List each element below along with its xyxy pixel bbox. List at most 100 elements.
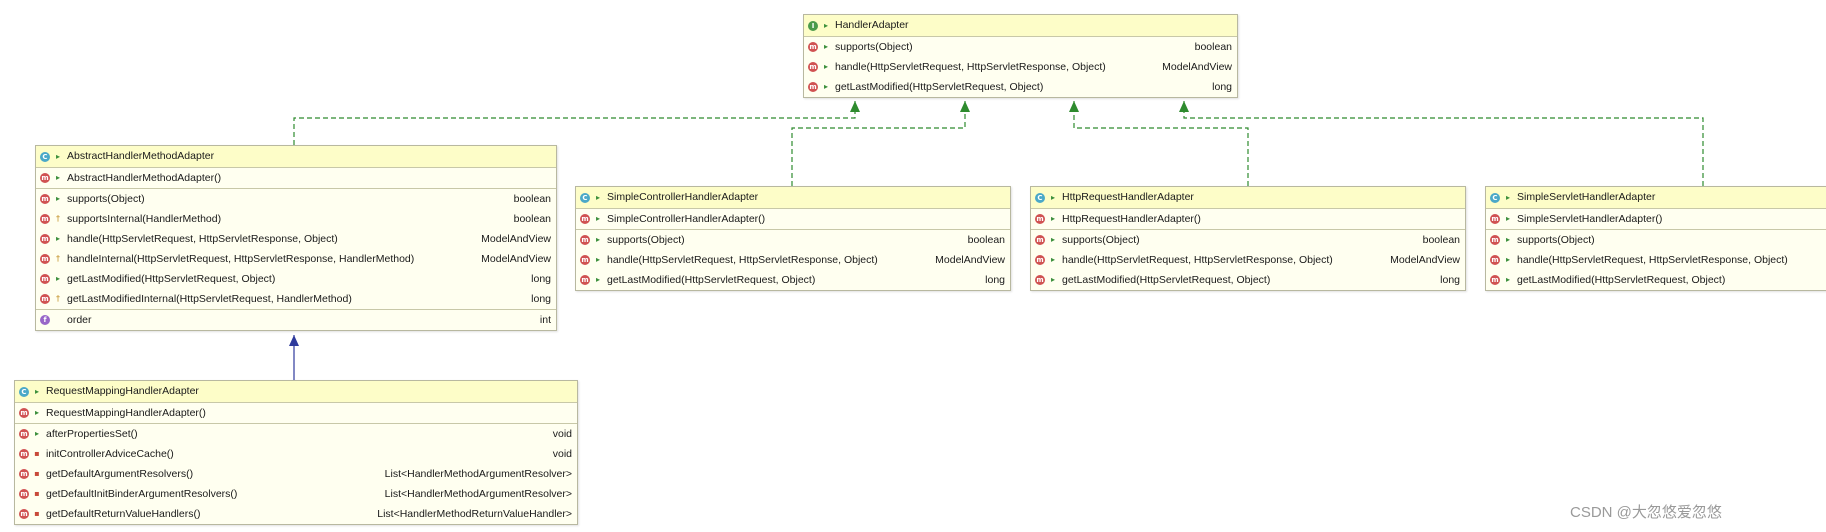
member-signature: order bbox=[67, 314, 92, 326]
member-signature: HttpRequestHandlerAdapter() bbox=[1062, 213, 1201, 225]
public-visibility-icon: ▸ bbox=[55, 194, 60, 203]
member-signature: getDefaultInitBinderArgumentResolvers() bbox=[46, 488, 238, 500]
public-visibility-icon: ▸ bbox=[823, 62, 828, 71]
method-row[interactable]: m ▸ handle(HttpServletRequest, HttpServlet… bbox=[576, 250, 1010, 270]
return-type: long bbox=[1440, 274, 1460, 286]
method-row[interactable]: m ▪ initControllerAdviceCache() void bbox=[15, 444, 577, 464]
return-type: long bbox=[985, 274, 1005, 286]
class-name: AbstractHandlerMethodAdapter bbox=[67, 150, 215, 162]
method-icon: m bbox=[40, 173, 50, 183]
realization-arrowhead bbox=[1069, 101, 1079, 112]
realization-arrowhead bbox=[1179, 101, 1189, 112]
field-row[interactable]: f·orderint bbox=[36, 310, 556, 330]
class-name: RequestMappingHandlerAdapter bbox=[46, 385, 199, 397]
return-type: ModelAndView bbox=[481, 233, 551, 245]
abstract-handler-method-adapter-class-box[interactable]: C ▸ AbstractHandlerMethodAdapter m ▸ Abstract… bbox=[35, 145, 557, 331]
method-row[interactable]: m ▸ SimpleServletHandlerAdapter() bbox=[1486, 209, 1826, 229]
method-row[interactable]: m ▸ HttpRequestHandlerAdapter() bbox=[1031, 209, 1465, 229]
method-row[interactable]: m ▸ SimpleControllerHandlerAdapter() bbox=[576, 209, 1010, 229]
handler-adapter-class-box[interactable]: I ▸ HandlerAdapter m ▸ supports(Object) boolea… bbox=[803, 14, 1238, 98]
protected-visibility-icon: † bbox=[56, 214, 60, 223]
public-visibility-icon: ▸ bbox=[1050, 192, 1055, 202]
return-type: ModelAndView bbox=[1390, 254, 1460, 266]
method-icon: m bbox=[19, 509, 29, 519]
method-row[interactable]: m ▸ RequestMappingHandlerAdapter() bbox=[15, 403, 577, 423]
method-row[interactable]: m ▪ getDefaultReturnValueHandlers() List<Ha… bbox=[15, 504, 577, 524]
realization-line bbox=[1183, 101, 1704, 186]
method-row[interactable]: m ▸ AbstractHandlerMethodAdapter() bbox=[36, 168, 556, 188]
simple-controller-handler-adapter-class-box[interactable]: C ▸ SimpleControllerHandlerAdapter m ▸ Simple… bbox=[575, 186, 1011, 291]
member-signature: supports(Object) bbox=[1517, 234, 1595, 246]
member-section: m ▸ supports(Object) boolean m ▸ handle(HttpSe… bbox=[804, 37, 1237, 97]
public-visibility-icon: ▸ bbox=[1505, 275, 1510, 284]
method-row[interactable]: m ▸ getLastModified(HttpServletRequest, Ob… bbox=[576, 270, 1010, 290]
uml-class-diagram: I ▸ HandlerAdapter m ▸ supports(Object) boolea… bbox=[0, 0, 1826, 532]
member-signature: supports(Object) bbox=[607, 234, 685, 246]
method-row[interactable]: m † handleInternal(HttpServletRequest, Htt… bbox=[36, 249, 556, 269]
method-icon: m bbox=[580, 275, 590, 285]
method-row[interactable]: m ▸ supports(Object) boolean bbox=[1031, 230, 1465, 250]
method-icon: m bbox=[1490, 214, 1500, 224]
method-row[interactable]: m ▪ getDefaultArgumentResolvers() List<Hand… bbox=[15, 464, 577, 484]
method-icon: m bbox=[19, 408, 29, 418]
member-signature: supports(Object) bbox=[835, 41, 913, 53]
method-row[interactable]: m ▸ supports(Object) bbox=[1486, 230, 1826, 250]
member-signature: getLastModified(HttpServletRequest, Obje… bbox=[67, 273, 276, 285]
method-row[interactable]: m ▸ handle(HttpServletRequest, HttpServlet… bbox=[36, 229, 556, 249]
method-row[interactable]: m ▸ getLastModified(HttpServletRequest, Ob… bbox=[1031, 270, 1465, 290]
method-icon: m bbox=[19, 449, 29, 459]
method-row[interactable]: m ▸ getLastModified(HttpServletRequest, Ob… bbox=[36, 269, 556, 289]
public-visibility-icon: ▸ bbox=[34, 429, 39, 438]
realization-arrowhead bbox=[960, 101, 970, 112]
method-icon: m bbox=[580, 235, 590, 245]
method-icon: m bbox=[40, 234, 50, 244]
member-signature: getDefaultArgumentResolvers() bbox=[46, 468, 194, 480]
method-icon: m bbox=[40, 274, 50, 284]
class-name: SimpleServletHandlerAdapter bbox=[1517, 191, 1656, 203]
public-visibility-icon: ▸ bbox=[1050, 255, 1055, 264]
method-row[interactable]: m † supportsInternal(HandlerMethod) boolean bbox=[36, 209, 556, 229]
public-visibility-icon: ▸ bbox=[823, 20, 828, 30]
field-icon: f bbox=[40, 315, 50, 325]
public-visibility-icon: ▸ bbox=[823, 82, 828, 91]
public-visibility-icon: ▸ bbox=[1050, 214, 1055, 223]
return-type: int bbox=[539, 314, 551, 326]
return-type: List<HandlerMethodArgumentResolver> bbox=[384, 488, 572, 500]
return-type: boolean bbox=[1422, 234, 1460, 246]
public-visibility-icon: ▸ bbox=[55, 173, 60, 182]
method-row[interactable]: m ▸ supports(Object) boolean bbox=[576, 230, 1010, 250]
request-mapping-handler-adapter-class-box[interactable]: C ▸ RequestMappingHandlerAdapter m ▸ RequestM… bbox=[14, 380, 578, 525]
http-request-handler-adapter-class-box[interactable]: C ▸ HttpRequestHandlerAdapter m ▸ HttpRequest… bbox=[1030, 186, 1466, 291]
class-icon: C bbox=[40, 151, 50, 162]
method-icon: m bbox=[1490, 275, 1500, 285]
method-row[interactable]: m ▪ getDefaultInitBinderArgumentResolvers(… bbox=[15, 484, 577, 504]
realization-line bbox=[293, 101, 856, 145]
method-row[interactable]: m ▸ handle(HttpServletRequest, HttpServlet… bbox=[1486, 250, 1826, 270]
method-row[interactable]: m ▸ handle(HttpServletRequest, HttpServlet… bbox=[1031, 250, 1465, 270]
simple-servlet-handler-adapter-class-box[interactable]: C ▸ SimpleServletHandlerAdapter m ▸ SimpleSer… bbox=[1485, 186, 1826, 291]
class-title: C ▸ HttpRequestHandlerAdapter bbox=[1031, 187, 1465, 209]
realization-line bbox=[791, 101, 966, 186]
realization-arrowhead bbox=[850, 101, 860, 112]
method-icon: m bbox=[40, 294, 50, 304]
method-row[interactable]: m ▸ supports(Object) boolean bbox=[36, 189, 556, 209]
return-type: void bbox=[552, 428, 572, 440]
member-section: m ▸ afterPropertiesSet() void m ▪ initControll… bbox=[15, 424, 577, 524]
method-icon: m bbox=[40, 214, 50, 224]
method-row[interactable]: m ▸ handle(HttpServletRequest, HttpServlet… bbox=[804, 57, 1237, 77]
class-name: HttpRequestHandlerAdapter bbox=[1062, 191, 1194, 203]
method-row[interactable]: m ▸ getLastModified(HttpServletRequest, Ob… bbox=[804, 77, 1237, 97]
member-signature: RequestMappingHandlerAdapter() bbox=[46, 407, 206, 419]
public-visibility-icon: ▸ bbox=[595, 275, 600, 284]
class-title: I ▸ HandlerAdapter bbox=[804, 15, 1237, 37]
public-visibility-icon: ▸ bbox=[595, 255, 600, 264]
return-type: boolean bbox=[967, 234, 1005, 246]
method-row[interactable]: m ▸ getLastModified(HttpServletRequest, Ob… bbox=[1486, 270, 1826, 290]
method-row[interactable]: m ▸ supports(Object) boolean bbox=[804, 37, 1237, 57]
member-section: m ▸ supports(Object) m ▸ handle(HttpServletRe… bbox=[1486, 230, 1826, 290]
public-visibility-icon: ▸ bbox=[34, 386, 39, 396]
member-section: m ▸ supports(Object) boolean m † supportsInter… bbox=[36, 189, 556, 310]
method-row[interactable]: m † getLastModifiedInternal(HttpServletReq… bbox=[36, 289, 556, 309]
method-row[interactable]: m ▸ afterPropertiesSet() void bbox=[15, 424, 577, 444]
method-icon: m bbox=[1490, 255, 1500, 265]
